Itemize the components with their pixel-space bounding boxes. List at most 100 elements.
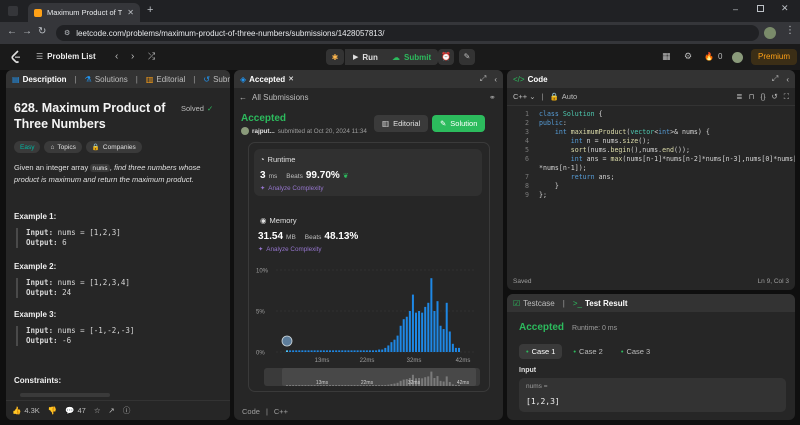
expand-icon[interactable]: ⤢ (480, 74, 486, 84)
tab-solutions[interactable]: ⚗ Solutions (85, 75, 128, 84)
topics-button[interactable]: ⌂ Topics (44, 141, 82, 153)
comment-count: 47 (77, 406, 86, 415)
memory-title[interactable]: ◉ Memory (260, 216, 297, 225)
analyze-complexity-link[interactable]: ✦ Analyze Complexity (260, 185, 324, 192)
layout-icon[interactable]: ▦ (662, 51, 671, 62)
case-3-tab[interactable]: • Case 3 (614, 344, 657, 359)
problem-list-button[interactable]: ☰ Problem List (36, 52, 96, 61)
checkbox-icon: ☑ (513, 298, 521, 308)
overview-bar (384, 385, 387, 386)
runtime-beats-label: Beats (286, 173, 303, 180)
close-tab-icon[interactable]: ✕ (288, 75, 294, 83)
share-icon[interactable]: ↗ (109, 406, 115, 415)
browser-tab[interactable]: Maximum Product of Three Nu ✕ (28, 3, 140, 22)
tab-testcase[interactable]: ☑ Testcase (513, 299, 555, 308)
runtime-beats-value: 99.70% (305, 170, 340, 181)
dislike-icon[interactable]: 👎 (48, 406, 57, 415)
analyze-complexity-label: Analyze Complexity (268, 185, 324, 192)
streak-counter[interactable]: 🔥 0 (704, 52, 722, 61)
back-arrow-icon[interactable]: ← (7, 26, 17, 37)
line-number: 3 (525, 128, 529, 136)
check-circle-icon: ✓ (206, 104, 214, 113)
expand-icon[interactable]: ⤢ (772, 74, 778, 84)
overview-bar (353, 385, 356, 386)
profile-avatar[interactable] (764, 27, 776, 39)
editorial-button[interactable]: ▥ Editorial (374, 115, 429, 132)
histogram-bar (405, 316, 408, 352)
favorite-star-icon[interactable]: ☆ (94, 406, 101, 415)
like-button[interactable]: 👍 4.3K (12, 406, 40, 415)
histogram-bar (316, 350, 319, 352)
code-text: class Solution { (539, 110, 603, 118)
link-icon[interactable]: ⚭ (489, 93, 496, 102)
solution-button[interactable]: ✎ Solution (432, 115, 486, 132)
help-icon[interactable]: ⓘ (123, 405, 131, 416)
submitter-name[interactable]: rajput... (252, 128, 275, 135)
tab-editorial[interactable]: ▥ Editorial (146, 75, 185, 84)
language-select[interactable]: C++ ⌄ (513, 92, 535, 101)
debug-button[interactable]: ✱ (326, 49, 344, 65)
reload-icon[interactable]: ↻ (38, 26, 46, 37)
overview-tick-label: 32ms (408, 380, 421, 386)
overview-bar (341, 385, 344, 386)
format-icon[interactable]: ≣ (736, 92, 742, 101)
notes-icon[interactable]: ✎ (459, 49, 475, 65)
analyze-complexity-link-memory[interactable]: ✦ Analyze Complexity (258, 246, 322, 253)
shuffle-icon[interactable]: ⤮ (148, 51, 155, 62)
companies-button[interactable]: 🔒 Companies (85, 141, 142, 153)
browser-menu-icon[interactable]: ⋮ (785, 25, 795, 36)
braces-icon[interactable]: {} (760, 92, 765, 101)
companies-label: Companies (102, 143, 136, 151)
case-2-tab[interactable]: • Case 2 (566, 344, 609, 359)
comments-button[interactable]: 💬 47 (65, 406, 86, 415)
reset-icon[interactable]: ↺ (771, 92, 777, 101)
minimize-button[interactable]: – (733, 4, 738, 14)
tab-search-icon[interactable] (8, 6, 18, 16)
run-button[interactable]: ▶ Run (345, 49, 386, 65)
tab-testcase-label: Testcase (523, 298, 555, 308)
histogram-bar (433, 311, 436, 352)
case-1-tab[interactable]: • Case 1 (519, 344, 563, 359)
fullscreen-icon[interactable]: ⛶ (784, 92, 789, 102)
case-1-label: Case 1 (531, 347, 556, 356)
close-tab-icon[interactable]: ✕ (127, 8, 134, 17)
code-editor[interactable]: 1 class Solution {2 public: 3 int maximumPr… (507, 110, 795, 260)
prev-problem-icon[interactable]: ‹ (115, 51, 118, 62)
leetcode-logo[interactable] (11, 50, 22, 64)
histogram-bar (402, 319, 405, 352)
submit-button[interactable]: ☁ Submit (385, 49, 439, 65)
tab-description[interactable]: ▤ Description (12, 75, 67, 84)
description-footer: 👍 4.3K 👎 💬 47 ☆ ↗ ⓘ (6, 400, 230, 420)
tab-accepted[interactable]: ◈ Accepted ✕ (240, 75, 294, 84)
settings-icon[interactable]: ⚙ (684, 51, 692, 62)
close-window-button[interactable]: ✕ (781, 3, 789, 14)
all-submissions-link[interactable]: ← All Submissions (239, 93, 308, 102)
premium-button[interactable]: Premium (751, 49, 798, 65)
input-label: Input: (26, 228, 54, 237)
collapse-icon[interactable]: ‹ (786, 75, 789, 84)
comment-icon: 💬 (65, 406, 75, 415)
memory-distribution-chart[interactable]: 10% 5% 0% 13ms 22ms 32ms 42ms 13ms 22ms 32ms 42ms (254, 264, 484, 388)
tab-test-result[interactable]: >_ Test Result (573, 299, 628, 308)
forward-arrow-icon[interactable]: → (22, 26, 32, 37)
new-tab-button[interactable]: + (147, 4, 153, 16)
runtime-card[interactable]: ◔ Runtime 3 ms Beats 99.70% ❦ ✦ Analyze … (254, 149, 482, 196)
address-bar[interactable]: ⚙ leetcode.com/problems/maximum-product-… (56, 25, 759, 41)
alarm-icon[interactable]: ⏰ (438, 49, 454, 65)
site-info-icon[interactable]: ⚙ (64, 29, 70, 37)
histogram-bar (375, 350, 378, 352)
tab-code[interactable]: </> Code (513, 75, 548, 84)
tab-submissions[interactable]: ↺ Submissions (203, 75, 230, 84)
overview-bar (307, 385, 310, 386)
list-icon: ☰ (36, 52, 44, 61)
maximize-button[interactable] (757, 5, 764, 12)
example-2-output: 24 (62, 288, 72, 297)
collapse-icon[interactable]: ‹ (494, 75, 497, 84)
output-label: Output: (26, 288, 58, 297)
auto-mode-toggle[interactable]: 🔒 Auto (549, 92, 577, 101)
user-avatar[interactable] (732, 52, 743, 63)
next-problem-icon[interactable]: › (131, 51, 134, 62)
histogram-bar (286, 350, 288, 352)
like-count: 4.3K (24, 406, 40, 415)
bookmark-icon[interactable]: ⊓ (749, 92, 755, 101)
